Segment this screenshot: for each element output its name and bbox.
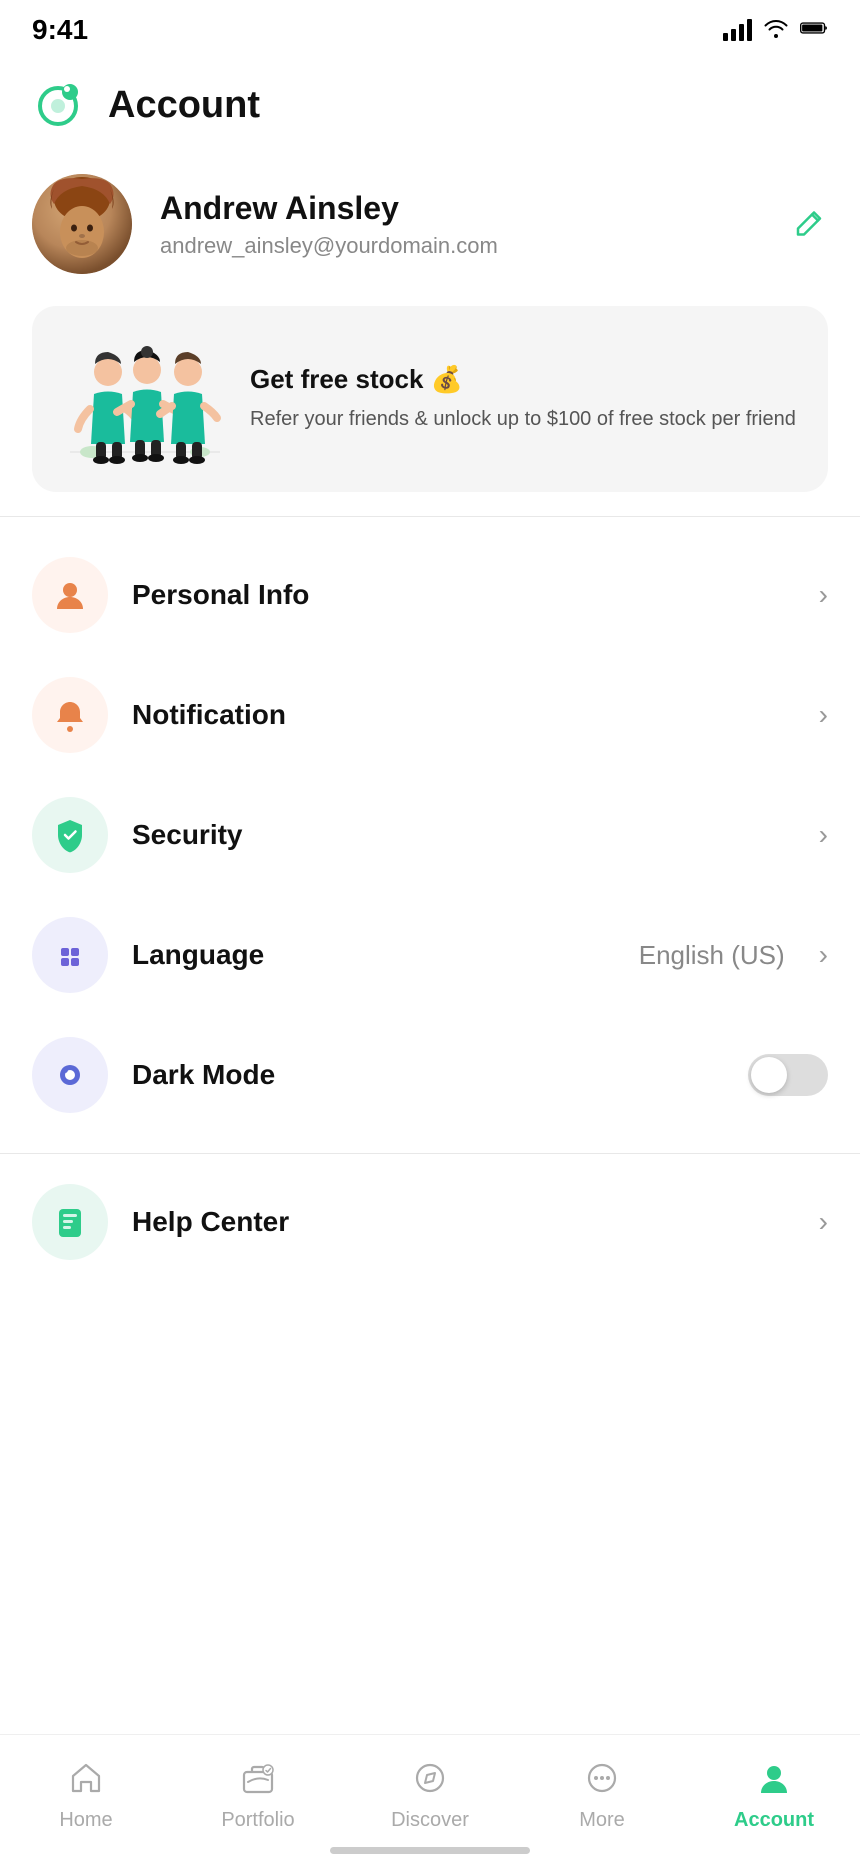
nav-item-discover[interactable]: Discover xyxy=(360,1755,500,1832)
nav-label-portfolio: Portfolio xyxy=(221,1809,294,1832)
menu-item-notification[interactable]: Notification › xyxy=(0,655,860,775)
status-icons xyxy=(723,18,828,43)
home-indicator xyxy=(330,1847,530,1854)
battery-icon xyxy=(800,18,828,43)
edit-profile-button[interactable] xyxy=(794,205,828,244)
page-title: Account xyxy=(108,84,260,127)
profile-info: Andrew Ainsley andrew_ainsley@yourdomain… xyxy=(160,190,828,259)
signal-icon xyxy=(723,19,752,41)
personal-info-icon-wrap xyxy=(32,557,108,633)
menu-item-help-center[interactable]: Help Center › xyxy=(0,1162,860,1282)
more-icon xyxy=(579,1755,625,1801)
dark-mode-toggle[interactable] xyxy=(748,1054,828,1096)
menu-item-security[interactable]: Security › xyxy=(0,775,860,895)
section-divider xyxy=(0,1153,860,1154)
top-divider xyxy=(0,516,860,517)
nav-item-account[interactable]: Account xyxy=(704,1755,844,1832)
help-center-icon-wrap xyxy=(32,1184,108,1260)
notification-icon-wrap xyxy=(32,677,108,753)
nav-label-account: Account xyxy=(734,1809,814,1832)
security-icon-wrap xyxy=(32,797,108,873)
referral-title: Get free stock 💰 xyxy=(250,364,796,395)
nav-label-more: More xyxy=(579,1809,625,1832)
security-label: Security xyxy=(132,819,795,851)
menu-section: Personal Info › Notification › Security … xyxy=(0,525,860,1145)
notification-label: Notification xyxy=(132,699,795,731)
nav-item-more[interactable]: More xyxy=(532,1755,672,1832)
security-chevron: › xyxy=(819,819,828,851)
menu-item-language[interactable]: Language English (US) › xyxy=(0,895,860,1015)
language-value: English (US) xyxy=(639,940,785,971)
menu-item-dark-mode[interactable]: Dark Mode xyxy=(0,1015,860,1135)
toggle-thumb xyxy=(751,1057,787,1093)
personal-info-label: Personal Info xyxy=(132,579,795,611)
nav-item-home[interactable]: Home xyxy=(16,1755,156,1832)
personal-info-chevron: › xyxy=(819,579,828,611)
language-chevron: › xyxy=(819,939,828,971)
menu-item-personal-info[interactable]: Personal Info › xyxy=(0,535,860,655)
notification-chevron: › xyxy=(819,699,828,731)
language-label: Language xyxy=(132,939,615,971)
nav-label-home: Home xyxy=(59,1809,112,1832)
wifi-icon xyxy=(762,18,790,43)
home-icon xyxy=(63,1755,109,1801)
dark-mode-label: Dark Mode xyxy=(132,1059,724,1091)
nav-item-portfolio[interactable]: Portfolio xyxy=(188,1755,328,1832)
app-logo xyxy=(32,76,90,134)
referral-text: Get free stock 💰 Refer your friends & un… xyxy=(250,364,796,434)
language-icon-wrap xyxy=(32,917,108,993)
referral-card[interactable]: Get free stock 💰 Refer your friends & un… xyxy=(32,306,828,492)
profile-email: andrew_ainsley@yourdomain.com xyxy=(160,233,828,259)
status-bar: 9:41 xyxy=(0,0,860,56)
page-header: Account xyxy=(0,56,860,150)
referral-illustration xyxy=(60,334,230,464)
nav-label-discover: Discover xyxy=(391,1809,469,1832)
discover-icon xyxy=(407,1755,453,1801)
bottom-nav: Home Portfolio Discover xyxy=(0,1734,860,1864)
profile-name: Andrew Ainsley xyxy=(160,190,828,227)
portfolio-icon xyxy=(235,1755,281,1801)
avatar xyxy=(32,174,132,274)
help-center-chevron: › xyxy=(819,1206,828,1238)
help-center-label: Help Center xyxy=(132,1206,795,1238)
account-nav-icon xyxy=(751,1755,797,1801)
dark-mode-icon-wrap xyxy=(32,1037,108,1113)
status-time: 9:41 xyxy=(32,14,88,46)
profile-section: Andrew Ainsley andrew_ainsley@yourdomain… xyxy=(0,150,860,298)
referral-description: Refer your friends & unlock up to $100 o… xyxy=(250,405,796,434)
